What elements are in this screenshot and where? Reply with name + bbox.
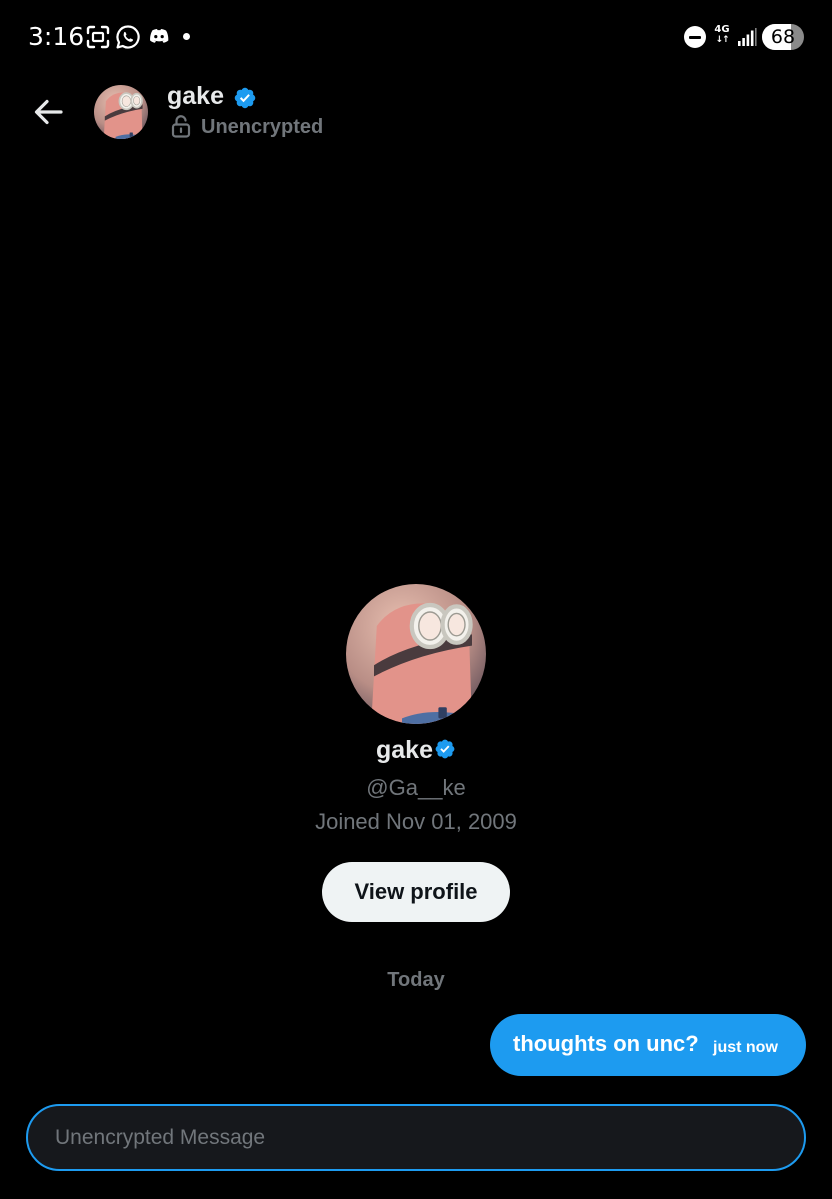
- encryption-status: Unencrypted: [201, 116, 324, 138]
- outgoing-message-bubble[interactable]: thoughts on unc? just now: [490, 1014, 806, 1076]
- discord-icon: [150, 29, 169, 43]
- back-arrow-icon[interactable]: [30, 94, 66, 130]
- conversation-header: gake Unencrypted: [0, 76, 832, 156]
- profile-display-name: gake: [376, 736, 433, 764]
- status-time: 3:16: [28, 22, 85, 51]
- status-bar: 3:16 4G ↓↑ 68: [0, 0, 832, 76]
- profile-name-row: gake: [0, 736, 832, 765]
- network-type-indicator: 4G ↓↑: [714, 24, 730, 46]
- profile-handle: @Ga__ke: [366, 775, 466, 800]
- profile-verified-badge-icon: [434, 738, 456, 760]
- do-not-disturb-icon: [684, 26, 706, 48]
- message-timestamp: just now: [713, 1039, 778, 1056]
- header-avatar[interactable]: [94, 85, 148, 139]
- date-separator: Today: [387, 969, 445, 991]
- verified-badge-icon: [233, 86, 257, 110]
- view-profile-button[interactable]: View profile: [322, 862, 510, 922]
- screenshot-icon: [86, 25, 110, 49]
- header-username[interactable]: gake: [167, 82, 224, 111]
- signal-strength-icon: [738, 28, 757, 46]
- message-text: thoughts on unc?: [513, 1031, 699, 1056]
- notification-dot-icon: [183, 33, 190, 40]
- profile-avatar[interactable]: [346, 584, 486, 724]
- message-composer: [26, 1104, 806, 1171]
- data-transfer-icon: ↓↑: [715, 35, 729, 45]
- profile-joined-date: Joined Nov 01, 2009: [315, 809, 517, 834]
- battery-indicator: 68: [762, 24, 804, 50]
- whatsapp-icon: [116, 25, 140, 49]
- battery-percent: 68: [770, 26, 796, 48]
- message-input[interactable]: [28, 1106, 804, 1169]
- unlocked-icon: [171, 115, 191, 138]
